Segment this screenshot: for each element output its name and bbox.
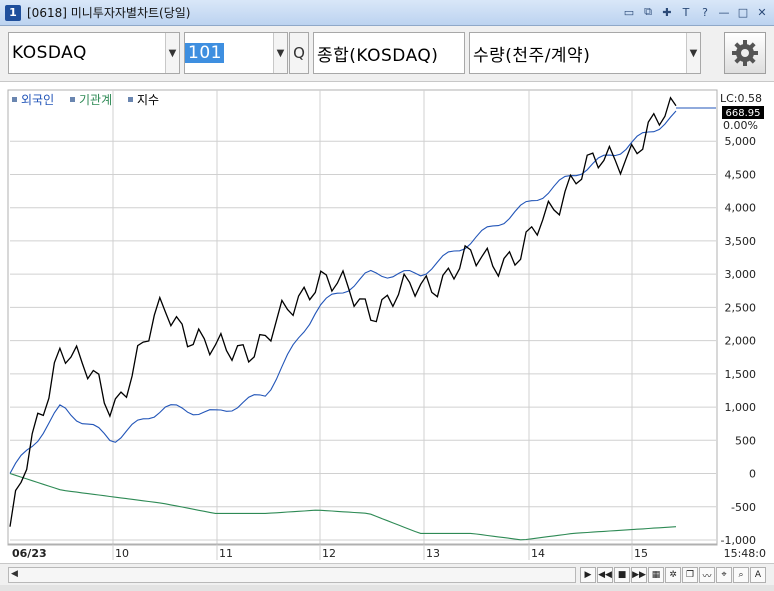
index-name: 종합(KOSDAQ) <box>317 45 439 66</box>
investor-chart[interactable]: 외국인 기관계 지수 5,000 4,500 4,000 3,500 3,000 2,500 2… <box>0 82 774 563</box>
y-tick-label: 0 <box>749 468 756 481</box>
play-icon: ▶ <box>584 570 592 580</box>
settings-button[interactable] <box>724 32 766 74</box>
play-forward-button[interactable]: ▶ <box>580 567 596 583</box>
y-tick-label: 2,500 <box>725 301 757 314</box>
legend-label-2: 지수 <box>137 93 159 107</box>
toolbar: KOSDAQ ▼ 101 ▼ Q 종합(KOSDAQ) 수량(천주/계약) ▼ <box>0 26 774 82</box>
horizontal-scrollbar[interactable]: ◀ <box>8 567 576 583</box>
legend-label-1: 기관계 <box>79 93 112 107</box>
wave-icon: 〰 <box>702 571 712 582</box>
lc-label: LC:0.58 <box>720 92 762 105</box>
y-tick-label: 5,000 <box>725 135 757 148</box>
fast-forward-button[interactable]: ▶▶ <box>631 567 647 583</box>
code-dropdown-icon[interactable]: ▼ <box>273 33 287 73</box>
y-tick-label: -500 <box>731 501 756 514</box>
legend-marker <box>12 97 17 102</box>
x-tick-label: 13 <box>426 547 440 560</box>
legend-marker <box>70 97 75 102</box>
unit-dropdown-icon[interactable]: ▼ <box>686 33 700 73</box>
close-icon[interactable]: ✕ <box>754 4 770 20</box>
text-button[interactable]: A <box>750 567 766 583</box>
unit-select[interactable]: 수량(천주/계약) ▼ <box>469 32 701 74</box>
search-button[interactable]: Q <box>289 32 309 74</box>
magnifier-icon: ⌕ <box>738 570 744 580</box>
font-size-icon[interactable]: T <box>678 4 694 20</box>
legend-label-0: 외국인 <box>21 93 54 107</box>
y-tick-label: 1,500 <box>725 368 757 381</box>
scroll-left-icon[interactable]: ◀ <box>11 569 18 579</box>
x-tick-label: 12 <box>322 547 336 560</box>
fast-forward-icon: ▶▶ <box>632 570 646 580</box>
table-icon: ▦ <box>651 570 661 580</box>
window-title: [0618] 미니투자자별차트(당일) <box>27 6 191 20</box>
search-icon: Q <box>293 44 305 62</box>
zoom-button[interactable]: ⌕ <box>733 567 749 583</box>
market-dropdown-icon[interactable]: ▼ <box>165 33 179 73</box>
link-window-icon[interactable]: ⧉ <box>640 4 656 20</box>
copy-icon: ❐ <box>685 570 695 580</box>
options-button[interactable]: ✲ <box>665 567 681 583</box>
window-number-badge[interactable]: 1 <box>5 4 21 21</box>
y-tick-label: 500 <box>735 434 756 447</box>
crosshair-button[interactable]: ⌖ <box>716 567 732 583</box>
x-tick-label: 06/23 <box>12 547 47 560</box>
y-tick-label: 3,500 <box>725 235 757 248</box>
y-tick-label: 2,000 <box>725 335 757 348</box>
unit-value: 수량(천주/계약) <box>473 45 591 66</box>
x-tick-label: 10 <box>115 547 129 560</box>
maximize-icon[interactable]: □ <box>735 4 751 20</box>
rewind-icon: ◀◀ <box>598 570 612 580</box>
stop-button[interactable]: ■ <box>614 567 630 583</box>
bottom-bar: ◀ ▶ ◀◀ ■ ▶▶ ▦ ✲ ❐ 〰 ⌖ ⌕ A <box>0 563 774 585</box>
gear-icon <box>732 40 758 66</box>
y-tick-label: 1,000 <box>725 401 757 414</box>
cog-icon: ✲ <box>669 570 677 580</box>
current-time-label: 15:48:0 <box>724 547 766 560</box>
y-tick-label: 3,000 <box>725 268 757 281</box>
index-name-field: 종합(KOSDAQ) <box>313 32 465 74</box>
rewind-button[interactable]: ◀◀ <box>597 567 613 583</box>
market-select[interactable]: KOSDAQ ▼ <box>8 32 180 74</box>
market-value: KOSDAQ <box>12 43 87 63</box>
cursor-icon: ⌖ <box>721 570 727 580</box>
y-tick-label: 4,500 <box>725 168 757 181</box>
copy-button[interactable]: ❐ <box>682 567 698 583</box>
minimize-icon[interactable]: — <box>716 4 732 20</box>
y-tick-label: 4,000 <box>725 202 757 215</box>
x-tick-label: 11 <box>219 547 233 560</box>
window-bottom-edge <box>0 585 774 591</box>
x-tick-label: 14 <box>531 547 545 560</box>
chart-svg[interactable]: 외국인 기관계 지수 5,000 4,500 4,000 3,500 3,000 2,500 2… <box>0 82 774 563</box>
title-bar-controls: ▭ ⧉ ✚ T ? — □ ✕ <box>621 4 770 20</box>
code-select[interactable]: 101 ▼ <box>184 32 288 74</box>
legend-marker <box>128 97 133 102</box>
x-tick-label: 15 <box>634 547 648 560</box>
current-value-label: 668.95 <box>726 108 761 119</box>
line-style-button[interactable]: 〰 <box>699 567 715 583</box>
pin-icon[interactable]: ✚ <box>659 4 675 20</box>
stop-icon: ■ <box>617 570 627 580</box>
title-bar: 1 [0618] 미니투자자별차트(당일) ▭ ⧉ ✚ T ? — □ ✕ <box>0 0 774 26</box>
text-icon: A <box>754 570 762 580</box>
restore-size-icon[interactable]: ▭ <box>621 4 637 20</box>
y-tick-label: -1,000 <box>721 534 756 547</box>
percent-label: 0.00% <box>723 119 758 132</box>
help-icon[interactable]: ? <box>697 4 713 20</box>
code-value[interactable]: 101 <box>185 43 224 63</box>
table-view-button[interactable]: ▦ <box>648 567 664 583</box>
